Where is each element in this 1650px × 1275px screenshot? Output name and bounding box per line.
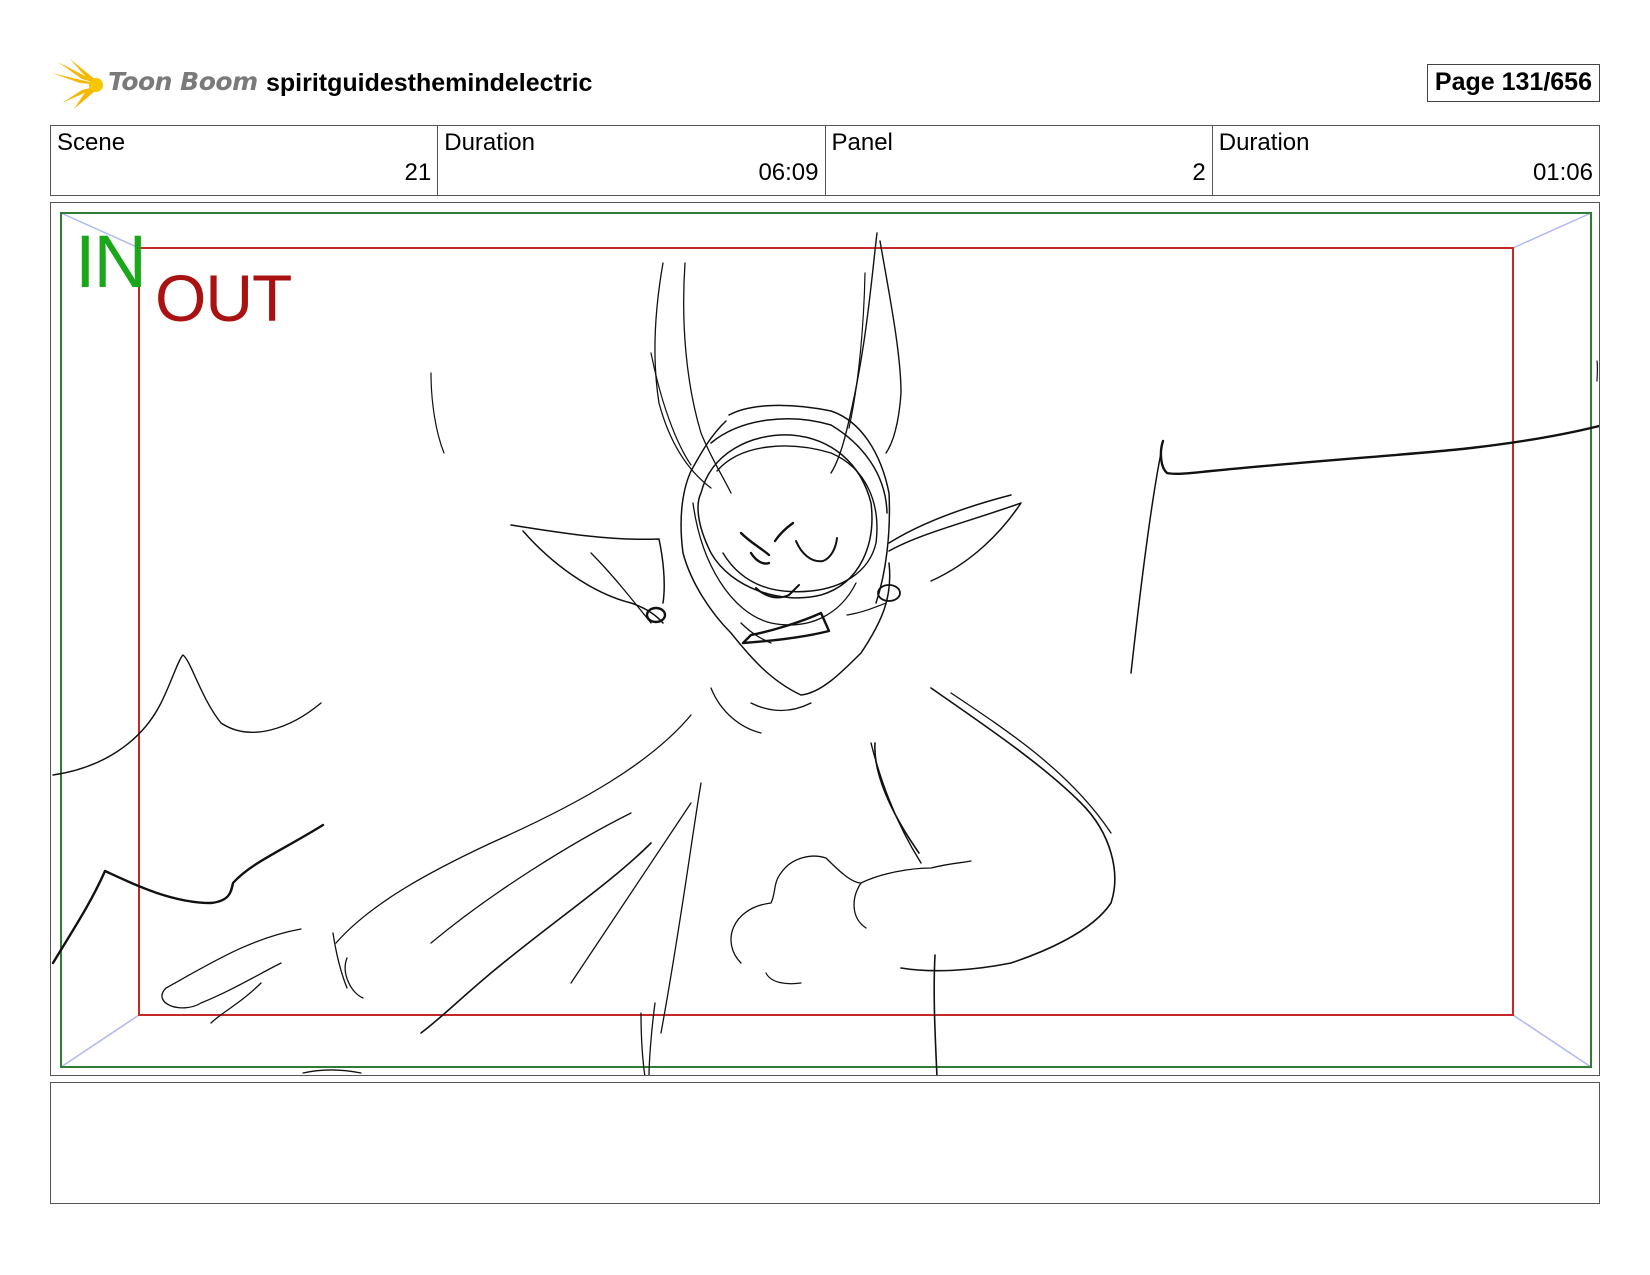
scene-cell: Scene 21	[51, 126, 439, 195]
in-marker: IN	[75, 220, 147, 303]
notes-box	[50, 1082, 1600, 1204]
out-marker: OUT	[155, 261, 292, 335]
panel-info-row: Scene 21 Duration 06:09 Panel 2 Duration…	[50, 125, 1600, 196]
starburst-icon	[52, 59, 103, 109]
panel-duration-value: 01:06	[1532, 159, 1593, 186]
panel-label: Panel	[831, 129, 893, 156]
panel-duration-cell: Duration 01:06	[1213, 126, 1599, 195]
project-title: spiritguidesthemindelectric	[266, 69, 593, 97]
panel-value: 2	[1192, 159, 1206, 186]
panel-cell: Panel 2	[826, 126, 1213, 195]
sketch	[51, 232, 1599, 1075]
scene-duration-value: 06:09	[758, 159, 819, 186]
scene-value: 21	[404, 159, 432, 186]
page-number: Page 131/656	[1426, 64, 1600, 102]
corner-guides	[60, 212, 1592, 1068]
toon-boom-logo: Toon Boom	[52, 55, 258, 115]
page-header: Toon Boom spiritguidesthemindelectric Pa…	[52, 55, 1600, 115]
scene-duration-label: Duration	[444, 129, 535, 156]
logo-text: Toon Boom	[108, 67, 258, 96]
in-frame	[60, 212, 1592, 1068]
panel-duration-label: Duration	[1218, 129, 1310, 156]
scene-duration-cell: Duration 06:09	[438, 126, 826, 195]
scene-label: Scene	[57, 129, 126, 156]
storyboard-panel: IN OUT	[50, 202, 1600, 1076]
